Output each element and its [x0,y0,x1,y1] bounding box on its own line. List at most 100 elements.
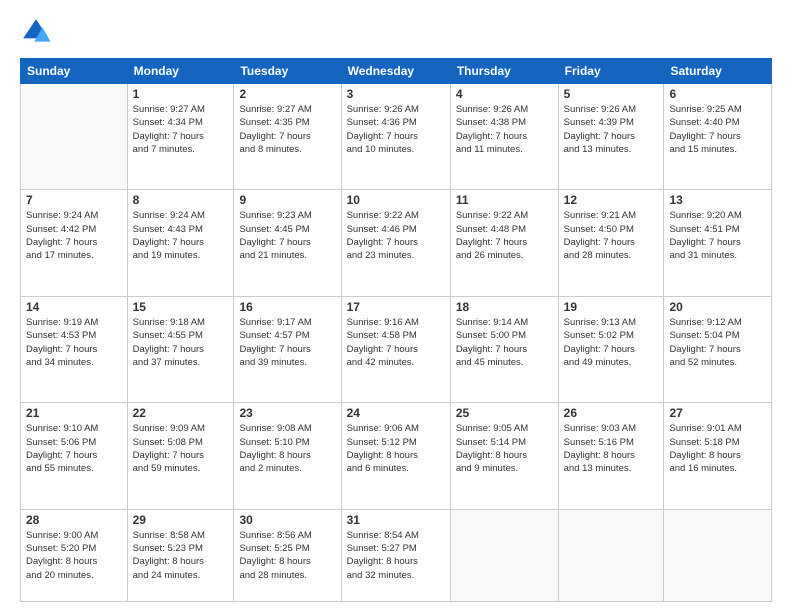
day-number: 6 [669,87,766,101]
weekday-wednesday: Wednesday [341,59,450,84]
day-cell: 31 Sunrise: 8:54 AM Sunset: 5:27 PM Dayli… [341,509,450,601]
day-info: Sunrise: 8:54 AM Sunset: 5:27 PM Dayligh… [347,529,445,582]
weekday-saturday: Saturday [664,59,772,84]
calendar-table: SundayMondayTuesdayWednesdayThursdayFrid… [20,58,772,602]
day-cell: 24Sunrise: 9:06 AM Sunset: 5:12 PM Dayli… [341,403,450,509]
day-cell: 8 Sunrise: 9:24 AM Sunset: 4:43 PM Daylig… [127,190,234,296]
week-row-3: 14 Sunrise: 9:19 AM Sunset: 4:53 PM Dayli… [21,296,772,402]
day-info: Sunrise: 9:13 AM Sunset: 5:02 PM Dayligh… [564,316,659,369]
day-cell: 4 Sunrise: 9:26 AM Sunset: 4:38 PM Daylig… [450,84,558,190]
day-info: Sunrise: 9:25 AM Sunset: 4:40 PM Dayligh… [669,103,766,156]
day-cell: 13 Sunrise: 9:20 AM Sunset: 4:51 PM Dayli… [664,190,772,296]
day-number: 13 [669,193,766,207]
day-info: Sunrise: 9:10 AM Sunset: 5:06 PM Dayligh… [26,422,122,475]
day-cell: 12 Sunrise: 9:21 AM Sunset: 4:50 PM Dayli… [558,190,664,296]
week-row-5: 28 Sunrise: 9:00 AM Sunset: 5:20 PM Dayli… [21,509,772,601]
day-cell: 16 Sunrise: 9:17 AM Sunset: 4:57 PM Dayli… [234,296,341,402]
day-cell: 1 Sunrise: 9:27 AM Sunset: 4:34 PM Daylig… [127,84,234,190]
day-info: Sunrise: 8:56 AM Sunset: 5:25 PM Dayligh… [239,529,335,582]
day-number: 7 [26,193,122,207]
day-number: 10 [347,193,445,207]
day-number: 25 [456,406,553,420]
day-info: Sunrise: 8:58 AM Sunset: 5:23 PM Dayligh… [133,529,229,582]
day-info: Sunrise: 9:00 AM Sunset: 5:20 PM Dayligh… [26,529,122,582]
day-cell: 21 Sunrise: 9:10 AM Sunset: 5:06 PM Dayli… [21,403,128,509]
weekday-thursday: Thursday [450,59,558,84]
day-number: 14 [26,300,122,314]
day-cell: 19 Sunrise: 9:13 AM Sunset: 5:02 PM Dayli… [558,296,664,402]
day-number: 11 [456,193,553,207]
day-info: Sunrise: 9:26 AM Sunset: 4:36 PM Dayligh… [347,103,445,156]
day-info: Sunrise: 9:22 AM Sunset: 4:48 PM Dayligh… [456,209,553,262]
day-info: Sunrise: 9:17 AM Sunset: 4:57 PM Dayligh… [239,316,335,369]
day-info: Sunrise: 9:27 AM Sunset: 4:35 PM Dayligh… [239,103,335,156]
day-info: Sunrise: 9:24 AM Sunset: 4:42 PM Dayligh… [26,209,122,262]
day-number: 21 [26,406,122,420]
day-cell: 15 Sunrise: 9:18 AM Sunset: 4:55 PM Dayli… [127,296,234,402]
day-info: Sunrise: 9:22 AM Sunset: 4:46 PM Dayligh… [347,209,445,262]
week-row-1: 1 Sunrise: 9:27 AM Sunset: 4:34 PM Daylig… [21,84,772,190]
day-number: 12 [564,193,659,207]
week-row-4: 21 Sunrise: 9:10 AM Sunset: 5:06 PM Dayli… [21,403,772,509]
day-cell: 2 Sunrise: 9:27 AM Sunset: 4:35 PM Daylig… [234,84,341,190]
day-info: Sunrise: 9:23 AM Sunset: 4:45 PM Dayligh… [239,209,335,262]
logo-icon [20,16,52,48]
day-number: 31 [347,513,445,527]
page: SundayMondayTuesdayWednesdayThursdayFrid… [0,0,792,612]
day-number: 8 [133,193,229,207]
day-number: 15 [133,300,229,314]
day-cell: 26Sunrise: 9:03 AM Sunset: 5:16 PM Dayli… [558,403,664,509]
day-cell [21,84,128,190]
day-number: 27 [669,406,766,420]
day-info: Sunrise: 9:16 AM Sunset: 4:58 PM Dayligh… [347,316,445,369]
weekday-monday: Monday [127,59,234,84]
day-info: Sunrise: 9:08 AM Sunset: 5:10 PM Dayligh… [239,422,335,475]
day-number: 24 [347,406,445,420]
day-number: 9 [239,193,335,207]
logo [20,16,56,48]
day-number: 2 [239,87,335,101]
day-cell [450,509,558,601]
day-cell: 20 Sunrise: 9:12 AM Sunset: 5:04 PM Dayli… [664,296,772,402]
weekday-sunday: Sunday [21,59,128,84]
day-info: Sunrise: 9:18 AM Sunset: 4:55 PM Dayligh… [133,316,229,369]
day-number: 30 [239,513,335,527]
day-cell: 11 Sunrise: 9:22 AM Sunset: 4:48 PM Dayli… [450,190,558,296]
day-number: 16 [239,300,335,314]
day-cell: 10 Sunrise: 9:22 AM Sunset: 4:46 PM Dayli… [341,190,450,296]
day-number: 28 [26,513,122,527]
day-number: 26 [564,406,659,420]
weekday-friday: Friday [558,59,664,84]
day-number: 18 [456,300,553,314]
day-cell: 28 Sunrise: 9:00 AM Sunset: 5:20 PM Dayli… [21,509,128,601]
day-info: Sunrise: 9:27 AM Sunset: 4:34 PM Dayligh… [133,103,229,156]
day-number: 5 [564,87,659,101]
day-cell: 17Sunrise: 9:16 AM Sunset: 4:58 PM Dayli… [341,296,450,402]
weekday-tuesday: Tuesday [234,59,341,84]
day-cell: 14 Sunrise: 9:19 AM Sunset: 4:53 PM Dayli… [21,296,128,402]
day-cell: 30 Sunrise: 8:56 AM Sunset: 5:25 PM Dayli… [234,509,341,601]
day-number: 22 [133,406,229,420]
day-info: Sunrise: 9:12 AM Sunset: 5:04 PM Dayligh… [669,316,766,369]
day-cell: 6 Sunrise: 9:25 AM Sunset: 4:40 PM Daylig… [664,84,772,190]
day-cell [558,509,664,601]
day-info: Sunrise: 9:19 AM Sunset: 4:53 PM Dayligh… [26,316,122,369]
day-info: Sunrise: 9:05 AM Sunset: 5:14 PM Dayligh… [456,422,553,475]
day-info: Sunrise: 9:24 AM Sunset: 4:43 PM Dayligh… [133,209,229,262]
day-number: 20 [669,300,766,314]
day-cell: 5 Sunrise: 9:26 AM Sunset: 4:39 PM Daylig… [558,84,664,190]
day-cell: 25 Sunrise: 9:05 AM Sunset: 5:14 PM Dayli… [450,403,558,509]
day-cell: 18Sunrise: 9:14 AM Sunset: 5:00 PM Dayli… [450,296,558,402]
day-info: Sunrise: 9:20 AM Sunset: 4:51 PM Dayligh… [669,209,766,262]
week-row-2: 7 Sunrise: 9:24 AM Sunset: 4:42 PM Daylig… [21,190,772,296]
day-number: 19 [564,300,659,314]
day-number: 4 [456,87,553,101]
day-cell: 7 Sunrise: 9:24 AM Sunset: 4:42 PM Daylig… [21,190,128,296]
day-info: Sunrise: 9:26 AM Sunset: 4:39 PM Dayligh… [564,103,659,156]
day-number: 1 [133,87,229,101]
day-info: Sunrise: 9:21 AM Sunset: 4:50 PM Dayligh… [564,209,659,262]
day-cell [664,509,772,601]
day-info: Sunrise: 9:09 AM Sunset: 5:08 PM Dayligh… [133,422,229,475]
day-info: Sunrise: 9:26 AM Sunset: 4:38 PM Dayligh… [456,103,553,156]
day-number: 29 [133,513,229,527]
